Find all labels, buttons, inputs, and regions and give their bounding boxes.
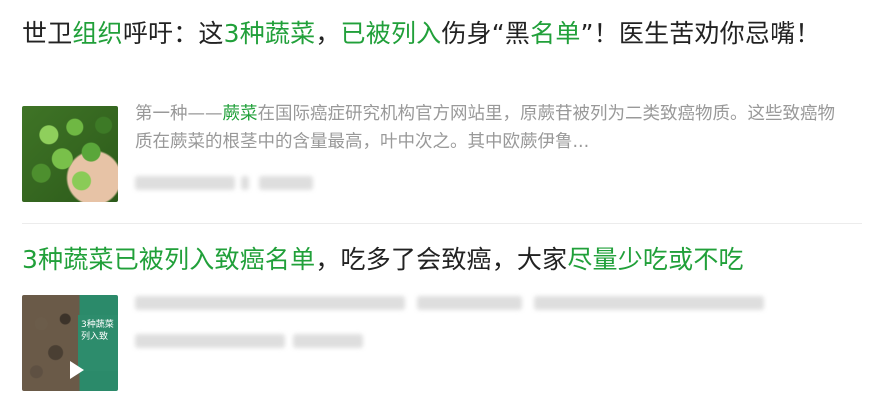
snippet-seg-highlight: 蕨菜 [222,104,258,124]
blurred-snippet-text [135,334,285,348]
title-seg-highlight: 已被列入 [340,19,442,48]
result-source-1 [135,176,313,190]
result-snippet-1: 第一种——蕨菜在国际癌症研究机构官方网站里，原蕨苷被列为二类致癌物质。这些致癌物… [135,100,835,156]
title-seg: 呼吁：这 [122,19,224,48]
title-seg: ， [315,19,341,48]
title-seg-highlight: 3种蔬菜已被列入致癌名单 [22,245,316,274]
result-title-1[interactable]: 世卫组织呼吁：这3种蔬菜，已被列入伤身“黑名单”！医生苦劝你忌嘴！ [22,16,842,52]
title-seg-highlight: 名单 [530,19,581,48]
title-seg-highlight: 3种蔬菜 [223,19,316,48]
title-seg: ，吃多了会致癌，大家 [315,245,568,274]
title-seg-highlight: 尽量少吃或不吃 [567,245,744,274]
blurred-snippet-text [135,296,405,310]
title-seg-highlight: 组织 [72,19,123,48]
result-thumbnail-2[interactable]: 3种蔬菜列入致 [22,295,118,391]
blurred-snippet-text [534,296,764,310]
snippet-seg: 第一种—— [135,104,223,124]
result-snippet-2-line-2 [135,334,363,348]
blurred-source-date [259,176,313,190]
play-icon[interactable] [70,361,84,379]
result-title-2[interactable]: 3种蔬菜已被列入致癌名单，吃多了会致癌，大家尽量少吃或不吃 [22,242,862,278]
result-divider [22,223,862,224]
result-thumbnail-1[interactable] [22,106,118,202]
blurred-snippet-text [417,296,522,310]
title-seg: 伤身“黑 [441,19,531,48]
blurred-source-name [135,176,235,190]
title-seg: ”！医生苦劝你忌嘴！ [580,19,821,48]
blurred-source-mark [241,176,249,190]
title-seg: 世卫 [22,19,73,48]
result-snippet-2-line-1 [135,296,764,310]
thumbnail-caption: 3种蔬菜列入致 [78,315,118,371]
blurred-snippet-text [293,334,363,348]
